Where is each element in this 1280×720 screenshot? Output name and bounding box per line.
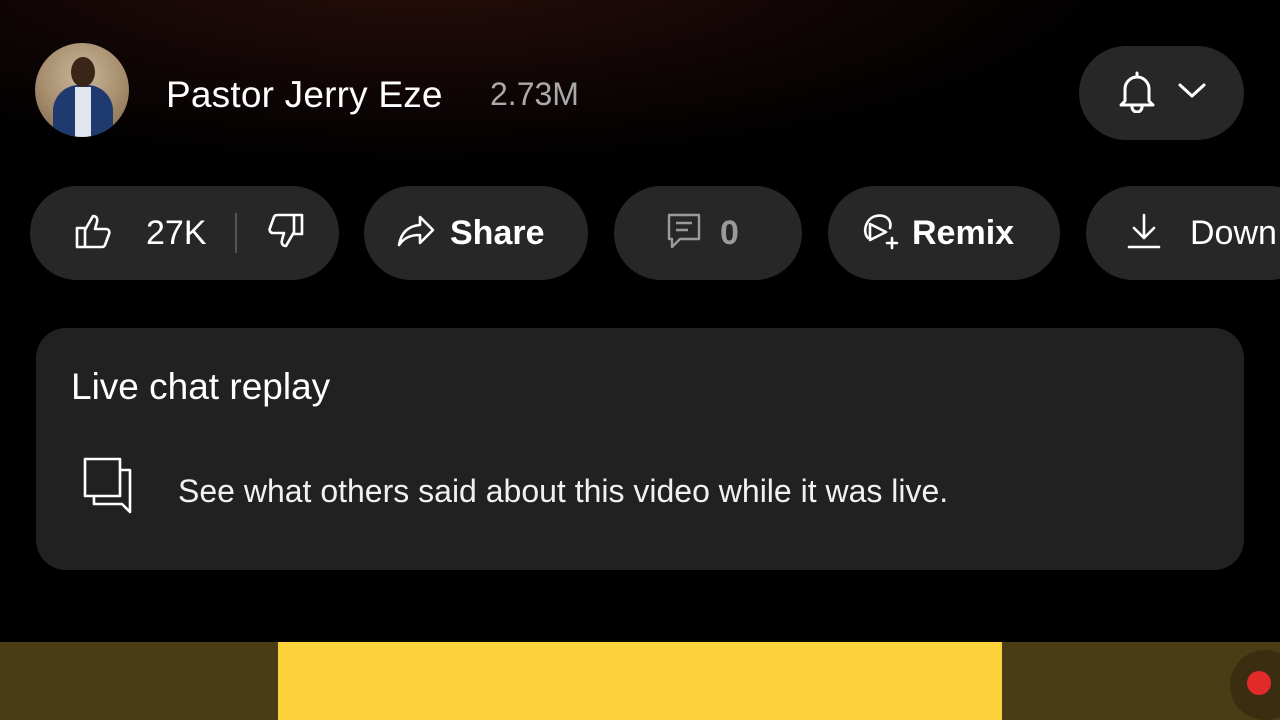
bell-icon [1117,69,1157,118]
dislike-icon[interactable] [265,211,305,256]
comment-icon [666,212,702,255]
remix-button[interactable]: Remix [828,186,1060,280]
live-chat-replay-card[interactable]: Live chat replay See what others said ab… [36,328,1244,570]
chat-icon [82,456,134,523]
remix-label: Remix [912,213,1015,252]
channel-avatar[interactable] [35,43,129,137]
channel-name[interactable]: Pastor Jerry Eze [166,74,443,116]
subscriber-count: 2.73M [490,76,579,112]
like-dislike-pill: 27K [30,186,339,280]
share-label: Share [450,213,545,252]
remix-icon [860,210,902,257]
share-button[interactable]: Share [364,186,588,280]
live-chat-title: Live chat replay [71,366,331,407]
comments-count: 0 [720,213,739,252]
like-icon[interactable] [74,211,114,256]
comments-button[interactable]: 0 [614,186,802,280]
notification-button[interactable] [1079,46,1244,140]
live-chat-description: See what others said about this video wh… [178,473,949,509]
channel-row: Pastor Jerry Eze 2.73M [0,0,1280,180]
download-button[interactable]: Down [1086,186,1280,280]
chevron-down-icon [1177,81,1207,106]
video-thumbnail-strip[interactable] [0,642,1280,720]
action-bar: 27K Share 0 Remix Down [0,186,1280,280]
download-label: Down [1190,213,1277,252]
share-icon [396,213,436,254]
live-indicator-dot [1247,671,1271,695]
like-count: 27K [146,213,207,252]
like-divider [234,213,237,253]
download-icon [1126,212,1162,255]
thumbnail-frame [278,642,1002,720]
